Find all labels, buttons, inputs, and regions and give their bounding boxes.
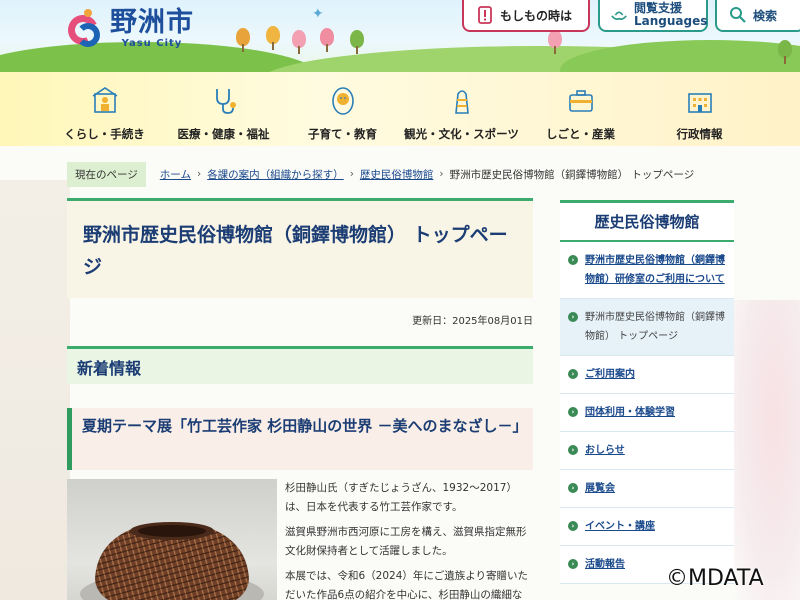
bamboo-basket-photo bbox=[67, 479, 277, 600]
side-item-label[interactable]: 展覧会 bbox=[585, 479, 615, 498]
tree-decoration bbox=[320, 28, 334, 52]
chevron-right-icon: › bbox=[568, 559, 578, 569]
chevron-right-icon: › bbox=[196, 168, 202, 180]
side-navigation: 歴史民俗博物館 › 野洲市歴史民俗博物館（銅鐸博物館）研修室のご利用について ›… bbox=[560, 200, 734, 584]
nav-label: くらし・手続き bbox=[64, 127, 145, 141]
breadcrumb-link-departments[interactable]: 各課の案内（組織から探す） bbox=[207, 167, 344, 182]
side-item-label[interactable]: 野洲市歴史民俗博物館（銅鐸博物館）研修室のご利用について bbox=[585, 251, 728, 289]
search-label: 検索 bbox=[753, 8, 778, 23]
side-item-guide[interactable]: › ご利用案内 bbox=[560, 356, 734, 394]
logo-japanese-text: 野洲市 bbox=[110, 7, 194, 38]
chevron-right-icon: › bbox=[568, 255, 578, 265]
tree-decoration bbox=[266, 26, 280, 50]
baby-icon bbox=[331, 87, 354, 115]
house-person-icon bbox=[92, 87, 117, 113]
nav-label: 観光・文化・スポーツ bbox=[404, 127, 519, 141]
yasu-city-logo-icon bbox=[63, 8, 104, 49]
global-navigation: くらし・手続き 医療・健康・福祉 子育て・教育 観光・文化・スポーツ しごと・産… bbox=[0, 72, 800, 146]
stethoscope-icon bbox=[215, 89, 236, 114]
nav-item-tourism[interactable]: 観光・文化・スポーツ bbox=[402, 72, 521, 146]
chevron-right-icon: › bbox=[568, 483, 578, 493]
briefcase-icon bbox=[568, 90, 593, 112]
side-item-label[interactable]: 団体利用・体験学習 bbox=[585, 403, 675, 422]
hands-icon bbox=[610, 5, 628, 25]
breadcrumb-link-museum[interactable]: 歴史民俗博物館 bbox=[360, 167, 434, 182]
chevron-right-icon: › bbox=[568, 445, 578, 455]
side-item-label: 野洲市歴史民俗博物館（銅鐸博物館） トップページ bbox=[585, 312, 725, 342]
tree-decoration bbox=[778, 40, 792, 64]
title-box: 野洲市歴史民俗博物館（銅鐸博物館） トップページ bbox=[67, 198, 533, 298]
breadcrumb-link-home[interactable]: ホーム bbox=[160, 167, 191, 182]
hill-decoration bbox=[560, 40, 800, 72]
side-item-label[interactable]: イベント・講座 bbox=[585, 517, 655, 536]
nav-item-childcare[interactable]: 子育て・教育 bbox=[283, 72, 402, 146]
chevron-right-icon: › bbox=[568, 521, 578, 531]
exhibition-heading: 夏期テーマ展「竹工芸作家 杉田静山の世界 －美へのまなざし－」 bbox=[67, 408, 533, 470]
bird-icon: ✦ bbox=[312, 6, 324, 22]
news-heading: 新着情報 bbox=[67, 346, 533, 384]
tree-decoration bbox=[292, 30, 306, 54]
nav-item-work[interactable]: しごと・産業 bbox=[521, 72, 640, 146]
news-article: 杉田静山氏（すぎたじょうざん、1932～2017）は、日本を代表する竹工芸作家で… bbox=[67, 479, 533, 600]
site-header: ✦ 野洲市 Yasu City もしもの時は 閲覧支援 Languages 検索 bbox=[0, 0, 800, 72]
nav-item-living[interactable]: くらし・手続き bbox=[45, 72, 164, 146]
nav-item-medical[interactable]: 医療・健康・福祉 bbox=[164, 72, 283, 146]
chevron-right-icon: › bbox=[568, 312, 578, 322]
logo-english-text: Yasu City bbox=[121, 38, 183, 49]
alert-icon bbox=[476, 5, 494, 25]
tower-icon bbox=[454, 90, 469, 114]
nav-label: しごと・産業 bbox=[546, 127, 615, 141]
nav-label: 行政情報 bbox=[676, 127, 723, 141]
side-item-exhibitions[interactable]: › 展覧会 bbox=[560, 470, 734, 508]
chevron-right-icon: › bbox=[568, 369, 578, 379]
background-decoration-left bbox=[0, 180, 70, 600]
search-button[interactable]: 検索 bbox=[715, 0, 800, 32]
city-hall-icon bbox=[687, 93, 712, 113]
side-item-training-room[interactable]: › 野洲市歴史民俗博物館（銅鐸博物館）研修室のご利用について bbox=[560, 242, 734, 299]
nav-item-administration[interactable]: 行政情報 bbox=[640, 72, 759, 146]
site-logo[interactable]: 野洲市 Yasu City bbox=[63, 7, 194, 49]
search-icon bbox=[729, 5, 747, 25]
chevron-right-icon: › bbox=[349, 168, 354, 180]
breadcrumb-current: 野洲市歴史民俗博物館（銅鐸博物館） トップページ bbox=[449, 168, 695, 181]
emergency-label: もしもの時は bbox=[500, 8, 573, 23]
updated-date: 更新日：2025年08月01日 bbox=[412, 316, 533, 327]
nav-label: 医療・健康・福祉 bbox=[177, 127, 270, 141]
side-nav-title[interactable]: 歴史民俗博物館 bbox=[560, 200, 734, 242]
chevron-right-icon: › bbox=[568, 407, 578, 417]
breadcrumb: 現在のページ ホーム › 各課の案内（組織から探す） › 歴史民俗博物館 › 野… bbox=[67, 161, 695, 187]
article-paragraph: 本展では、令和6（2024）年にご遺族より寄贈いただいた作品6点の紹介を中心に、… bbox=[285, 570, 528, 600]
languages-label: Languages bbox=[634, 14, 708, 28]
tree-decoration bbox=[236, 28, 250, 52]
side-item-events[interactable]: › イベント・講座 bbox=[560, 508, 734, 546]
side-item-group-use[interactable]: › 団体利用・体験学習 bbox=[560, 394, 734, 432]
emergency-button[interactable]: もしもの時は bbox=[462, 0, 590, 32]
article-paragraph: 杉田静山氏（すぎたじょうざん、1932～2017）は、日本を代表する竹工芸作家で… bbox=[285, 482, 517, 513]
tree-decoration bbox=[350, 30, 364, 54]
side-item-label[interactable]: 活動報告 bbox=[585, 555, 625, 574]
watermark: ©MDATA bbox=[666, 566, 764, 591]
accessibility-languages-button[interactable]: 閲覧支援 Languages bbox=[598, 0, 708, 32]
article-text: 杉田静山氏（すぎたじょうざん、1932～2017）は、日本を代表する竹工芸作家で… bbox=[285, 479, 531, 600]
side-item-label[interactable]: おしらせ bbox=[585, 441, 625, 460]
side-item-notices[interactable]: › おしらせ bbox=[560, 432, 734, 470]
tree-decoration bbox=[548, 30, 562, 54]
side-item-label[interactable]: ご利用案内 bbox=[585, 365, 635, 384]
main-content: 野洲市歴史民俗博物館（銅鐸博物館） トップページ 更新日：2025年08月01日… bbox=[67, 198, 533, 600]
chevron-right-icon: › bbox=[439, 168, 444, 180]
background-decoration-right bbox=[734, 300, 800, 600]
article-paragraph: 滋賀県野洲市西河原に工房を構え、滋賀県指定無形文化財保持者として活躍しました。 bbox=[285, 526, 527, 557]
nav-label: 子育て・教育 bbox=[308, 127, 377, 141]
page-title: 野洲市歴史民俗博物館（銅鐸博物館） トップページ bbox=[83, 224, 508, 278]
side-item-top-page[interactable]: › 野洲市歴史民俗博物館（銅鐸博物館） トップページ bbox=[560, 299, 734, 356]
breadcrumb-current-page-label: 現在のページ bbox=[67, 161, 146, 187]
